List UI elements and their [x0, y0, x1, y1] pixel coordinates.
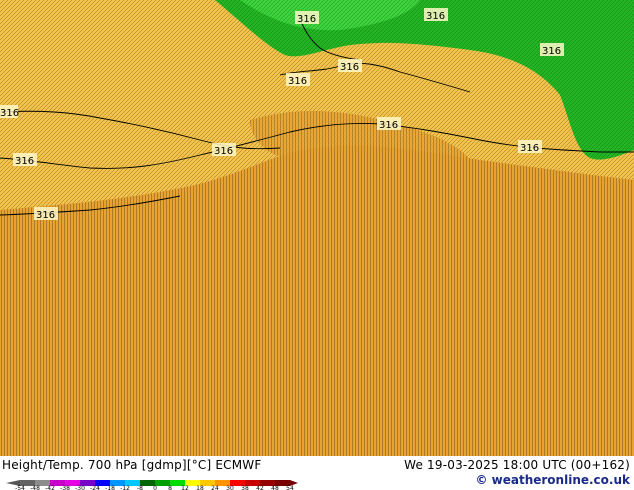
- contour-label: 316: [286, 73, 310, 87]
- colorbar-tick-label: 54: [286, 485, 294, 490]
- svg-text:316: 316: [542, 46, 561, 57]
- contour-label: 316: [13, 153, 37, 167]
- contour-label: 316: [424, 8, 448, 22]
- map-title: Height/Temp. 700 hPa [gdmp][°C] ECMWF: [2, 458, 262, 472]
- colorbar-tick-label: 42: [256, 485, 264, 490]
- colorbar-tick-label: -54: [15, 485, 25, 490]
- colorbar-tick-label: -48: [30, 485, 40, 490]
- svg-text:316: 316: [297, 14, 316, 25]
- contour-label: 316: [0, 105, 19, 119]
- weather-map: 316 316 316 316 316 316 316 316 316 316 …: [0, 0, 634, 456]
- colorbar-tick-label: 0: [153, 485, 157, 490]
- colorbar-tick-label: 30: [226, 485, 234, 490]
- colorbar-tick-label: -30: [75, 485, 85, 490]
- credit-link[interactable]: © weatheronline.co.uk: [475, 473, 630, 487]
- svg-text:316: 316: [426, 11, 445, 22]
- colorbar-tick-label: 8: [168, 485, 172, 490]
- svg-text:316: 316: [36, 210, 55, 221]
- colorbar-tick-label: -8: [137, 485, 143, 490]
- contour-label: 316: [212, 143, 236, 157]
- svg-text:316: 316: [0, 108, 19, 119]
- contour-label: 316: [338, 59, 362, 73]
- svg-text:316: 316: [379, 120, 398, 131]
- colorbar-tick-label: -42: [45, 485, 55, 490]
- colorbar-tick-label: -18: [105, 485, 115, 490]
- map-datetime: We 19-03-2025 18:00 UTC (00+162): [404, 458, 630, 472]
- colorbar-tick-label: -24: [90, 485, 100, 490]
- colorbar-tick-label: 38: [241, 485, 249, 490]
- contour-label: 316: [34, 207, 58, 221]
- colorbar-tick-label: -12: [120, 485, 130, 490]
- map-footer: Height/Temp. 700 hPa [gdmp][°C] ECMWF We…: [0, 456, 634, 490]
- contour-label: 316: [518, 140, 542, 154]
- colorbar-tick-label: 12: [181, 485, 189, 490]
- colorbar-tick-label: 48: [271, 485, 279, 490]
- svg-text:316: 316: [15, 156, 34, 167]
- contour-label: 316: [295, 11, 319, 25]
- colorbar-tick-label: 18: [196, 485, 204, 490]
- svg-text:316: 316: [340, 62, 359, 73]
- svg-text:316: 316: [520, 143, 539, 154]
- svg-text:316: 316: [288, 76, 307, 87]
- colorbar-tick-label: 24: [211, 485, 219, 490]
- svg-text:316: 316: [214, 146, 233, 157]
- contour-label: 316: [377, 117, 401, 131]
- temperature-colorbar: -54 -48 -42 -38 -30 -24 -18 -12 -8 0 8 12 18 24 30 38 42…: [6, 480, 298, 490]
- colorbar-tick-label: -38: [60, 485, 70, 490]
- contour-label: 316: [540, 43, 564, 57]
